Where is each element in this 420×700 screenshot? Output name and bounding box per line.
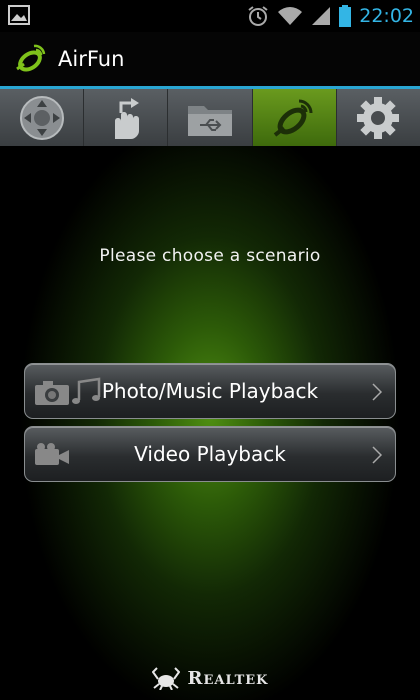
gallery-notification-icon (8, 5, 30, 25)
photo-music-playback-label: Photo/Music Playback (101, 379, 319, 403)
airfun-logo-icon (16, 44, 46, 72)
airfun-tab-icon (273, 99, 313, 137)
realtek-crab-logo-icon (151, 667, 180, 690)
status-time: 22:02 (359, 5, 414, 27)
app-title-bar: AirFun (0, 32, 420, 86)
battery-icon (339, 5, 352, 27)
realtek-brand: Realtek (0, 666, 420, 690)
hand-share-icon (114, 97, 139, 139)
photo-music-playback-button[interactable]: Photo/Music Playback (24, 363, 396, 419)
wifi-icon (278, 7, 303, 25)
video-playback-button[interactable]: Video Playback (24, 426, 396, 482)
tab-usb-folder[interactable] (168, 89, 253, 146)
tab-remote[interactable] (0, 89, 85, 146)
usb-folder-icon (188, 105, 232, 136)
realtek-wordmark: Realtek (187, 667, 269, 689)
video-playback-label: Video Playback (134, 442, 286, 466)
chevron-right-icon (372, 383, 383, 401)
status-bar: 22:02 (0, 0, 420, 32)
signal-icon (312, 7, 331, 25)
chevron-right-icon (372, 446, 383, 464)
remote-dpad-icon (19, 95, 64, 140)
gear-icon (357, 96, 400, 139)
tab-airfun[interactable] (252, 89, 337, 146)
scenario-panel: Please choose a scenario Photo/Music Pla… (0, 146, 420, 700)
tab-bar (0, 86, 420, 146)
tab-share[interactable] (84, 89, 169, 146)
scenario-prompt: Please choose a scenario (99, 246, 321, 266)
tab-settings[interactable] (337, 89, 420, 146)
app-title: AirFun (58, 47, 125, 71)
alarm-icon (248, 6, 268, 26)
